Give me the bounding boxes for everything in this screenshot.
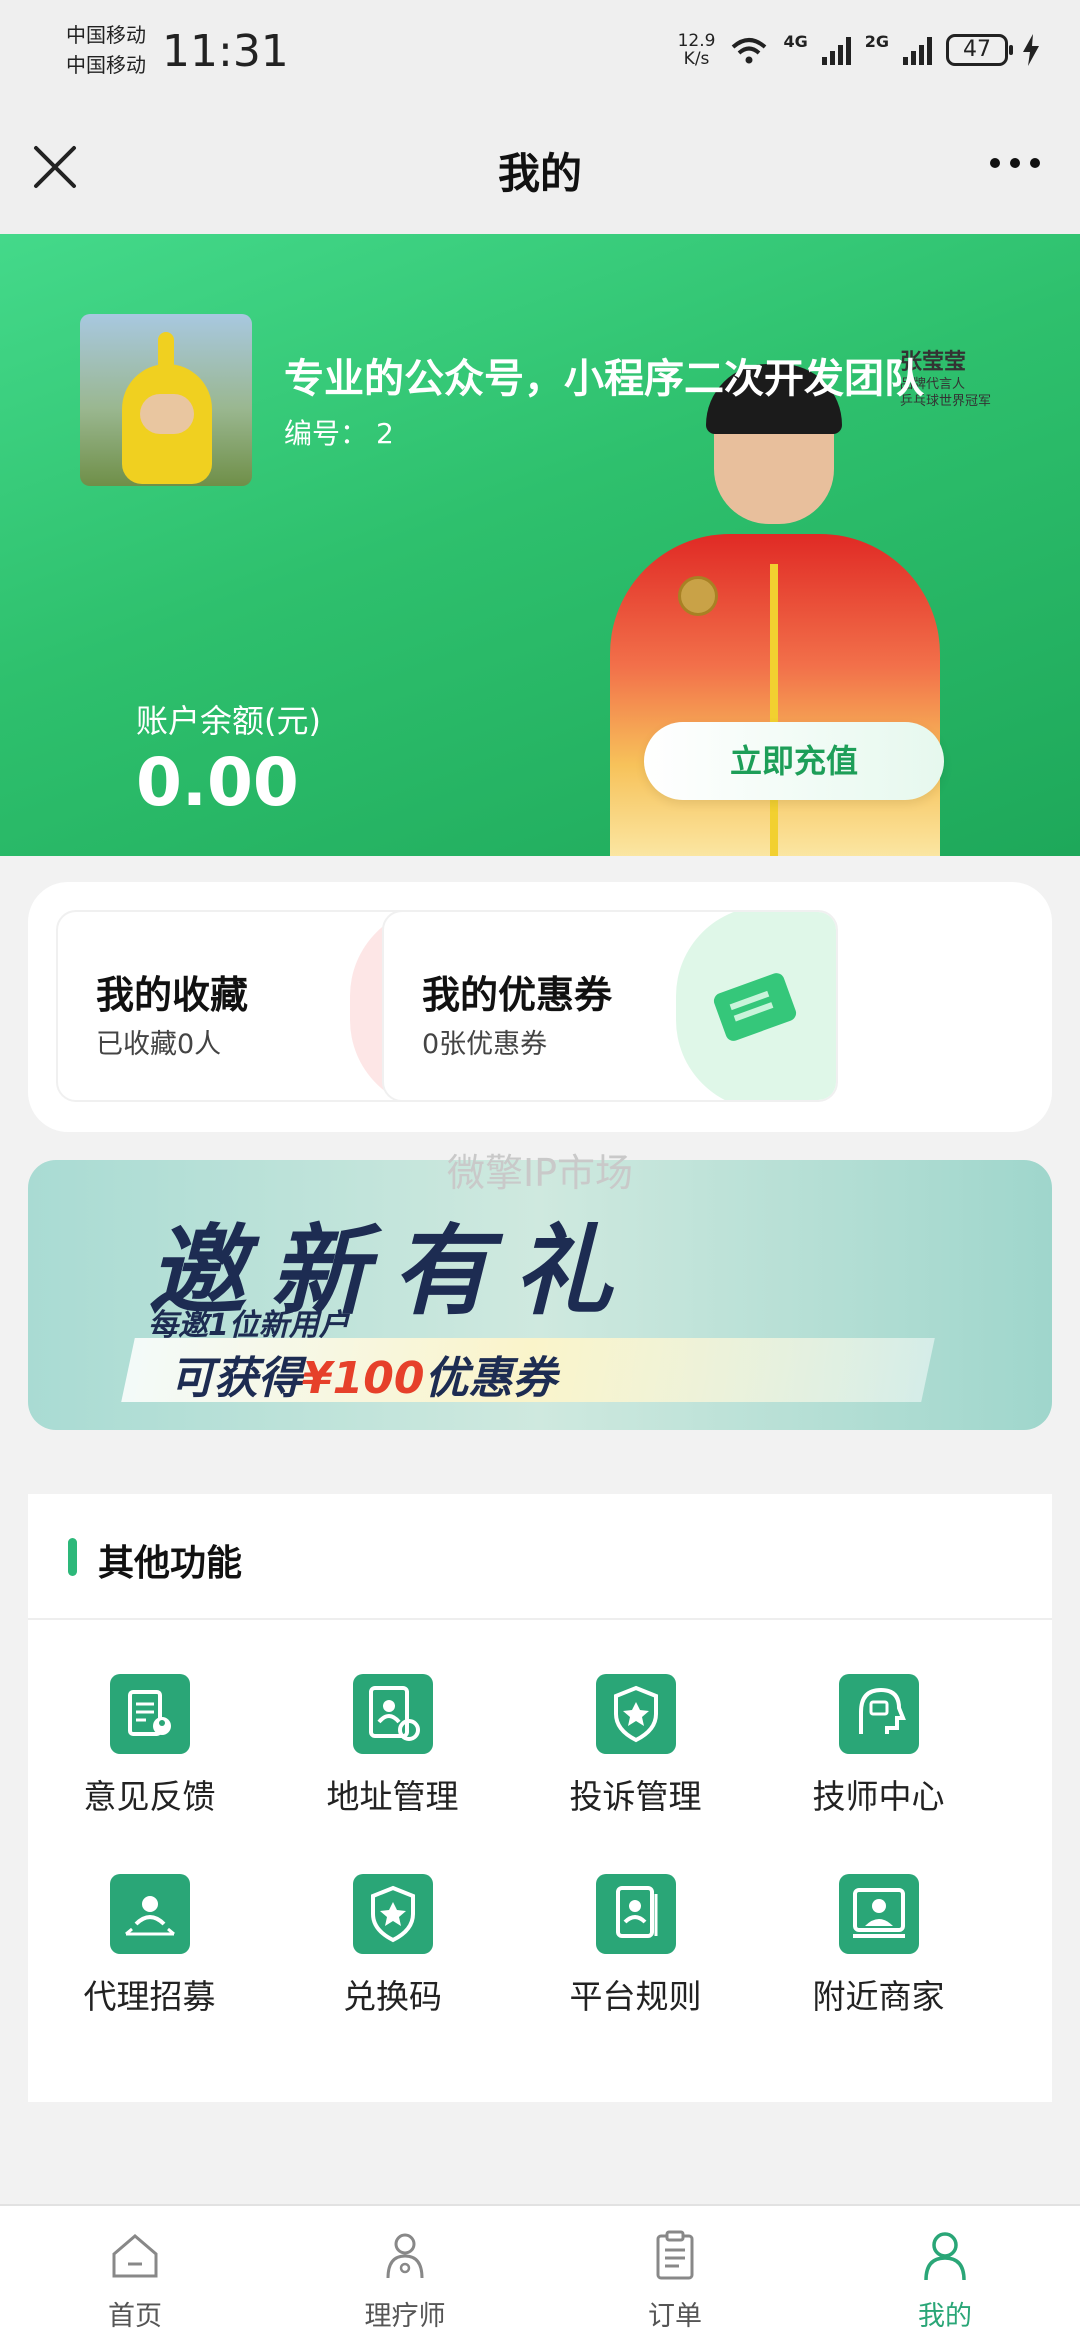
complaint-label: 投诉管理 xyxy=(569,1777,702,1816)
recharge-button[interactable]: 立即充值 xyxy=(644,722,944,800)
redeem-label: 兑换码 xyxy=(343,1977,442,2016)
other-functions-panel: 其他功能 意见反馈 地址管理 投诉管理 技师中心 代理招募 兑换码 平台规则 附… xyxy=(28,1494,1052,2102)
nearby-label: 附近商家 xyxy=(812,1977,945,2016)
rules-item[interactable]: 平台规则 xyxy=(514,1820,757,2020)
orders-icon xyxy=(656,2230,694,2280)
coupons-subtitle: 0张优惠券 xyxy=(422,1029,548,1060)
redeem-code-icon xyxy=(353,1874,433,1954)
watermark: 微擎IP市场 xyxy=(446,1151,634,1195)
page-title: 我的 xyxy=(497,149,582,198)
tab-orders-label: 订单 xyxy=(648,2301,702,2332)
tab-orders[interactable]: 订单 xyxy=(540,2206,810,2340)
tab-therapist-label: 理疗师 xyxy=(364,2301,446,2332)
net-speed: 12.9 K/s xyxy=(677,31,716,69)
feedback-label: 意见反馈 xyxy=(83,1777,216,1816)
home-icon xyxy=(112,2234,158,2278)
tab-profile[interactable]: 我的 xyxy=(810,2206,1080,2340)
tab-therapist[interactable]: 理疗师 xyxy=(270,2206,540,2340)
agent-item[interactable]: 代理招募 xyxy=(28,1820,271,2020)
sim2-network-type: 2G xyxy=(864,32,889,51)
section-title: 其他功能 xyxy=(98,1543,243,1584)
status-bar: 中国移动 中国移动 11:31 12.9 K/s 4G 2G 47 xyxy=(0,0,1080,100)
address-label: 地址管理 xyxy=(326,1777,459,1816)
banner-line-2: 可获得¥100优惠券 xyxy=(170,1353,557,1404)
favorites-title: 我的收藏 xyxy=(96,973,249,1017)
address-settings-icon xyxy=(353,1674,433,1754)
balance-value: 0.00 xyxy=(136,744,299,821)
feedback-item[interactable]: 意见反馈 xyxy=(28,1620,271,1820)
avatar[interactable] xyxy=(80,314,252,486)
profile-header: 张莹莹 品牌代言人 乒乓球世界冠军 专业的公众号，小程序二次开发团队 编号： 2 … xyxy=(0,234,1080,856)
feedback-icon xyxy=(110,1674,190,1754)
wifi-icon xyxy=(732,38,767,64)
tab-home[interactable]: 首页 xyxy=(0,2206,270,2340)
address-item[interactable]: 地址管理 xyxy=(271,1620,514,1820)
platform-rules-icon xyxy=(596,1874,676,1954)
signal-1-icon xyxy=(821,35,851,65)
agent-recruit-icon xyxy=(110,1874,190,1954)
balance-label: 账户余额(元) xyxy=(136,702,321,740)
technician-label: 技师中心 xyxy=(812,1777,945,1816)
more-icon[interactable] xyxy=(990,158,1040,168)
complaint-shield-icon xyxy=(596,1674,676,1754)
agent-label: 代理招募 xyxy=(83,1977,216,2016)
profile-icon xyxy=(924,2232,966,2281)
carrier-1: 中国移动 xyxy=(66,23,146,47)
tab-home-label: 首页 xyxy=(108,2301,162,2332)
carrier-info: 中国移动 中国移动 xyxy=(66,20,146,80)
invite-banner[interactable]: 邀新有礼 每邀1位新用户 可获得¥100优惠券 xyxy=(28,1160,1052,1430)
clock: 11:31 xyxy=(162,26,289,77)
technician-item[interactable]: 技师中心 xyxy=(757,1620,1000,1820)
user-number-label: 编号： xyxy=(284,417,369,450)
autograph-name: 张莹莹 xyxy=(900,349,967,375)
quick-cards: 我的收藏 已收藏0人 我的优惠券 0张优惠券 xyxy=(28,882,1052,1132)
nearby-item[interactable]: 附近商家 xyxy=(757,1820,1000,2020)
section-header: 其他功能 xyxy=(28,1494,1052,1620)
rules-label: 平台规则 xyxy=(569,1977,702,2016)
favorites-subtitle: 已收藏0人 xyxy=(96,1029,222,1060)
redeem-item[interactable]: 兑换码 xyxy=(271,1820,514,2020)
tab-bar: 首页 理疗师 订单 我的 xyxy=(0,2204,1080,2340)
charging-icon xyxy=(1023,34,1039,66)
technician-center-icon xyxy=(839,1674,919,1754)
user-number: 编号： 2 xyxy=(284,412,394,452)
carrier-2: 中国移动 xyxy=(66,53,146,77)
complaint-item[interactable]: 投诉管理 xyxy=(514,1620,757,1820)
coupons-title: 我的优惠券 xyxy=(422,973,613,1017)
nav-bar: 我的 xyxy=(0,100,1080,234)
autograph-role-1: 品牌代言人 xyxy=(900,377,966,392)
therapist-icon xyxy=(386,2233,424,2279)
profile-slogan: 专业的公众号，小程序二次开发团队 xyxy=(284,356,924,402)
battery-icon: 47 xyxy=(946,34,1013,66)
user-number-value: 2 xyxy=(376,417,394,450)
signal-2-icon xyxy=(903,35,932,65)
autograph: 张莹莹 品牌代言人 乒乓球世界冠军 xyxy=(900,344,1070,410)
coupons-card[interactable]: 我的优惠券 0张优惠券 xyxy=(382,910,838,1102)
sim1-network-type: 4G xyxy=(783,32,808,51)
nearby-merchant-icon xyxy=(839,1874,919,1954)
banner-amount: ¥100 xyxy=(302,1353,425,1404)
tab-profile-label: 我的 xyxy=(918,2301,972,2332)
autograph-role-2: 乒乓球世界冠军 xyxy=(900,394,992,409)
status-icons: 12.9 K/s 4G 2G 47 xyxy=(678,32,1040,68)
